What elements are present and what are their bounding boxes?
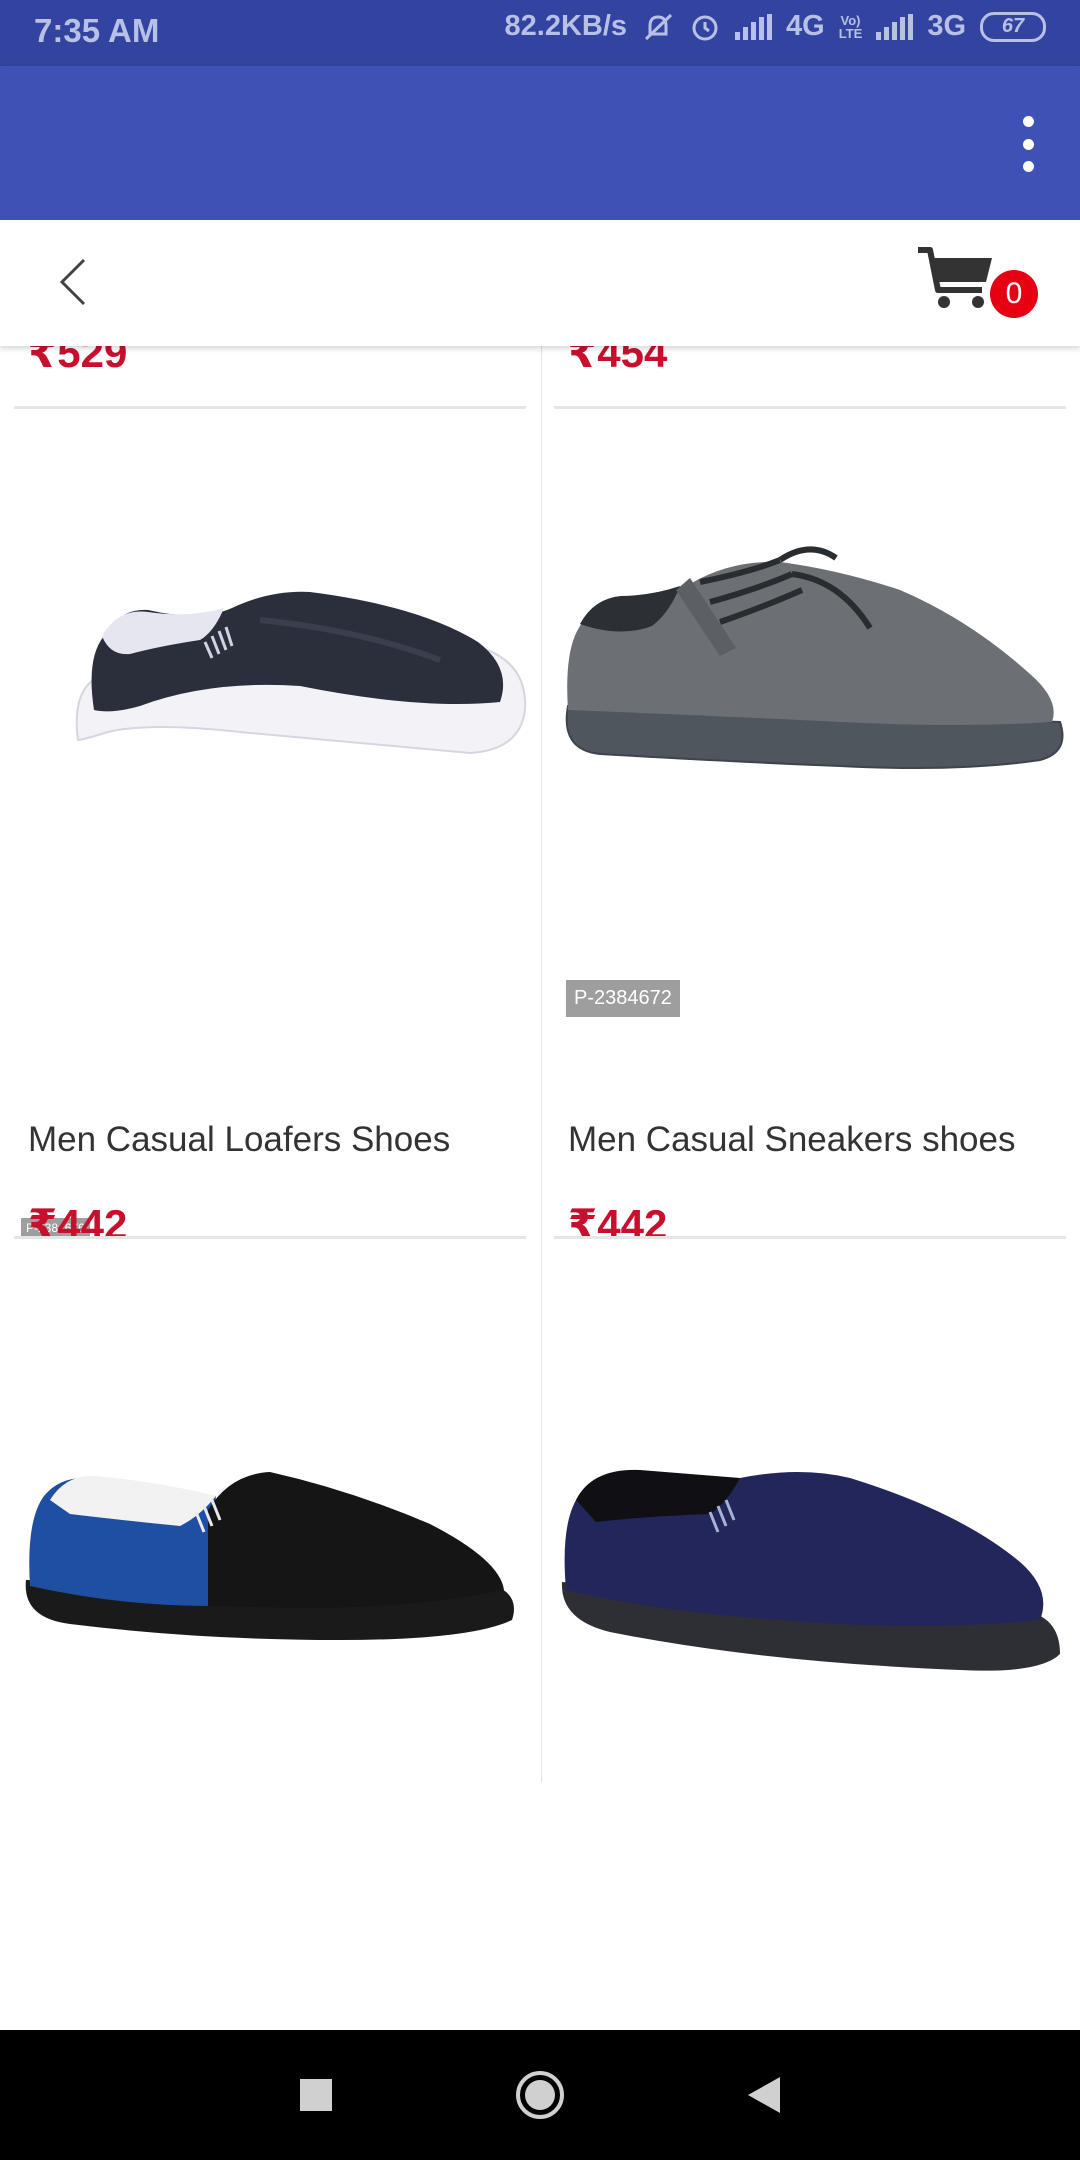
cart-button[interactable]: 0 (916, 244, 1040, 324)
network-speed: 82.2KB/s (504, 10, 628, 42)
volte-bottom: LTE (838, 25, 863, 41)
app-bar (0, 66, 1080, 220)
product-price: ₹454 (568, 346, 668, 376)
product-card-3[interactable]: P-2384676 Men Casual Loafers Shoes ₹442 (0, 410, 540, 1248)
mute-icon (644, 13, 673, 40)
product-card-5[interactable] (0, 1240, 540, 1782)
row-divider (554, 1236, 1066, 1239)
cart-count-badge: 0 (990, 270, 1038, 318)
product-image (75, 591, 527, 755)
alarm-icon (692, 15, 718, 40)
product-title: Men Casual Loafers Shoes (28, 1120, 451, 1159)
battery-icon: 67 (980, 11, 1046, 42)
product-price: ₹529 (28, 346, 128, 376)
back-arrow-icon[interactable] (52, 252, 112, 312)
status-bar: 7:35 AM 82.2KB/s 4G Vo) LTE 3G 67 (0, 0, 1080, 66)
product-code: P-2384672 (566, 980, 680, 1017)
back-nav-icon[interactable] (734, 2065, 794, 2125)
home-icon[interactable] (510, 2065, 570, 2125)
product-card-6[interactable] (540, 1240, 1080, 1782)
network-type-2: 3G (927, 10, 966, 42)
row-divider (14, 1236, 526, 1239)
product-card-1[interactable]: ₹529 (0, 346, 540, 410)
row-divider (14, 406, 526, 409)
signal-icon-2 (876, 13, 914, 40)
network-type-1: 4G (786, 10, 825, 42)
more-options-icon[interactable] (1018, 116, 1038, 172)
product-image (561, 1469, 1060, 1671)
volte-icon: Vo) LTE (839, 14, 863, 40)
product-grid: ₹529 ₹454 P-2384676 Men Casual Loafers S… (0, 346, 1080, 1782)
product-title: Men Casual Sneakers shoes (568, 1120, 1016, 1159)
sub-toolbar: 0 (0, 220, 1080, 346)
recent-apps-icon[interactable] (286, 2065, 346, 2125)
status-icons: 82.2KB/s 4G Vo) LTE 3G 67 (505, 10, 1046, 43)
cart-icon (918, 247, 992, 308)
row-divider (554, 406, 1066, 409)
signal-icon (735, 13, 773, 40)
battery-level: 67 (1001, 15, 1025, 37)
product-image (565, 546, 1064, 769)
system-nav-bar (0, 2030, 1080, 2160)
product-card-2[interactable]: ₹454 (540, 346, 1080, 410)
product-card-4[interactable]: P-2384672 Men Casual Sneakers shoes ₹442 (540, 410, 1080, 1248)
status-time: 7:35 AM (34, 12, 160, 49)
product-image (25, 1472, 514, 1640)
